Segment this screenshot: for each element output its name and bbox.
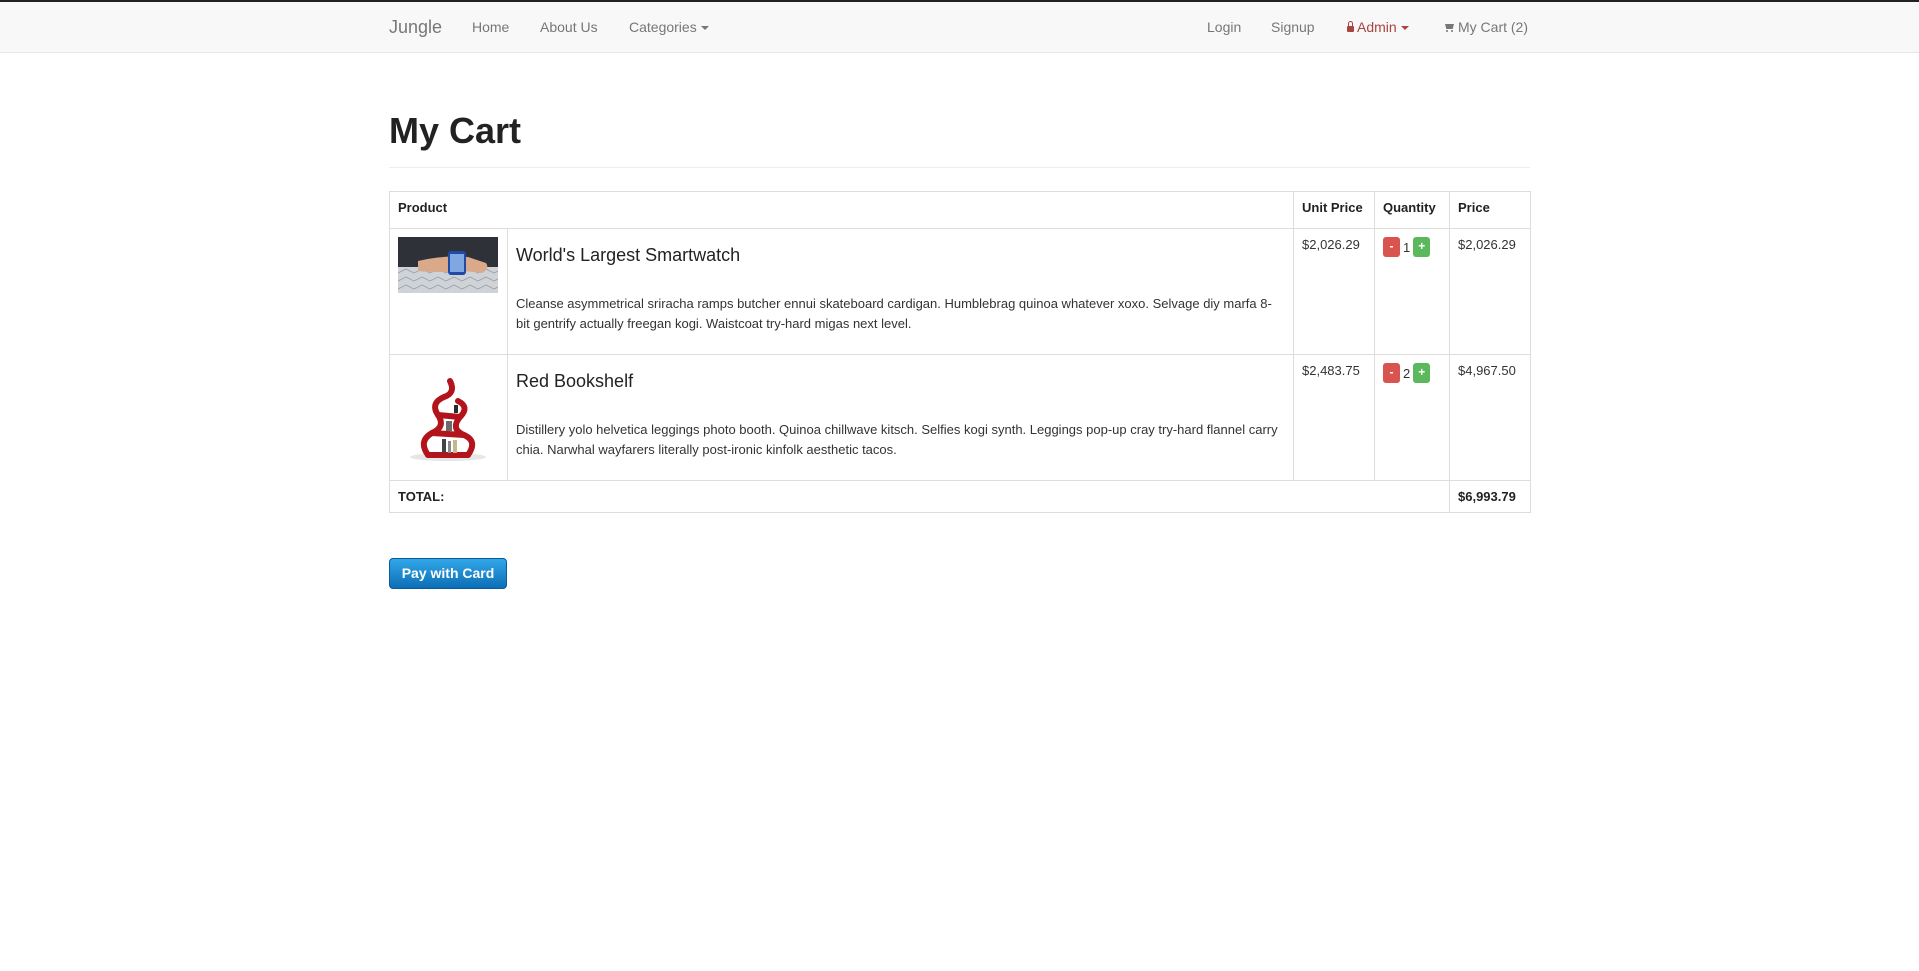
product-thumb-cell bbox=[389, 228, 508, 355]
table-header-row: Product Unit Price Quantity Price bbox=[389, 191, 1531, 229]
nav-about-us[interactable]: About Us bbox=[540, 19, 598, 35]
total-amount: $6,993.79 bbox=[1449, 480, 1531, 513]
product-thumb-cell bbox=[389, 354, 508, 481]
nav-login[interactable]: Login bbox=[1207, 19, 1241, 35]
price-cell: $4,967.50 bbox=[1449, 354, 1531, 481]
nav-admin-dropdown[interactable]: Admin bbox=[1347, 19, 1409, 35]
nav-home[interactable]: Home bbox=[472, 19, 509, 35]
nav-my-cart[interactable]: My Cart (2) bbox=[1444, 19, 1528, 35]
quantity-stepper: -2 + bbox=[1383, 363, 1431, 383]
quantity-value: 2 bbox=[1403, 365, 1411, 381]
top-navbar: Jungle Home About Us Categories Login Si… bbox=[0, 2, 1919, 53]
header-product: Product bbox=[389, 191, 1294, 229]
brand-link[interactable]: Jungle bbox=[389, 17, 442, 38]
cart-table: Product Unit Price Quantity Price World'… bbox=[389, 191, 1531, 513]
caret-down-icon bbox=[1400, 26, 1409, 31]
product-description: Cleanse asymmetrical sriracha ramps butc… bbox=[516, 296, 1272, 331]
increase-quantity-button[interactable]: + bbox=[1413, 363, 1431, 383]
total-label: TOTAL: bbox=[389, 480, 1450, 513]
quantity-stepper: -1 + bbox=[1383, 237, 1431, 257]
page-title: My Cart bbox=[389, 110, 522, 151]
nav-categories-dropdown[interactable]: Categories bbox=[629, 19, 709, 35]
table-row: Red Bookshelf Distillery yolo helvetica … bbox=[389, 354, 1531, 481]
smartwatch-image[interactable] bbox=[397, 237, 499, 293]
product-name[interactable]: World's Largest Smartwatch bbox=[516, 245, 1285, 266]
product-name[interactable]: Red Bookshelf bbox=[516, 371, 1285, 392]
unit-price-cell: $2,026.29 bbox=[1293, 228, 1375, 355]
header-quantity: Quantity bbox=[1374, 191, 1450, 229]
header-unit-price: Unit Price bbox=[1293, 191, 1375, 229]
caret-down-icon bbox=[700, 26, 709, 31]
quantity-cell: -2 + bbox=[1374, 354, 1450, 481]
decrease-quantity-button[interactable]: - bbox=[1383, 237, 1400, 257]
bookshelf-image[interactable] bbox=[398, 363, 498, 463]
quantity-cell: -1 + bbox=[1374, 228, 1450, 355]
decrease-quantity-button[interactable]: - bbox=[1383, 363, 1400, 383]
product-description: Distillery yolo helvetica leggings photo… bbox=[516, 422, 1278, 457]
header-price: Price bbox=[1449, 191, 1531, 229]
nav-cart-label: My Cart (2) bbox=[1458, 19, 1528, 35]
increase-quantity-button[interactable]: + bbox=[1413, 237, 1431, 257]
lock-icon bbox=[1347, 21, 1354, 32]
nav-categories-label: Categories bbox=[629, 19, 697, 35]
unit-price-cell: $2,483.75 bbox=[1293, 354, 1375, 481]
nav-signup[interactable]: Signup bbox=[1271, 19, 1315, 35]
pay-with-card-button[interactable]: Pay with Card bbox=[389, 558, 507, 589]
product-info-cell: Red Bookshelf Distillery yolo helvetica … bbox=[507, 354, 1294, 481]
cart-icon bbox=[1444, 23, 1455, 32]
nav-admin-label: Admin bbox=[1357, 19, 1397, 35]
price-cell: $2,026.29 bbox=[1449, 228, 1531, 355]
table-row: World's Largest Smartwatch Cleanse asymm… bbox=[389, 228, 1531, 355]
navbar-container: Jungle Home About Us Categories Login Si… bbox=[389, 2, 1530, 52]
total-row: TOTAL: $6,993.79 bbox=[389, 480, 1531, 513]
product-info-cell: World's Largest Smartwatch Cleanse asymm… bbox=[507, 228, 1294, 355]
title-divider bbox=[389, 167, 1530, 168]
quantity-value: 1 bbox=[1403, 239, 1411, 255]
